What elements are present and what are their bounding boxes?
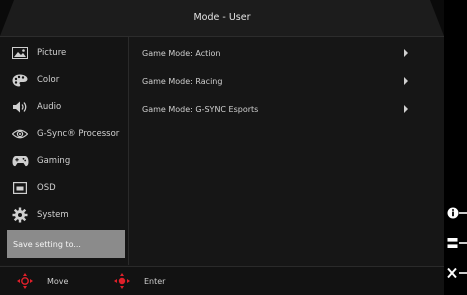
sidebar-item-label: Color (37, 75, 60, 85)
gamepad-icon (11, 153, 29, 169)
footer-enter-label: Enter (144, 276, 166, 286)
footer-hint-bar: Move Enter (0, 266, 444, 295)
close-icon (447, 267, 467, 279)
content-pane: Game Mode: Action Game Mode: Racing Game… (130, 37, 444, 265)
sidebar-item-label: Audio (37, 102, 62, 112)
chevron-right-icon (404, 49, 408, 57)
menu-item-label: Game Mode: Action (142, 48, 221, 58)
menu-item-label: Game Mode: Racing (142, 76, 223, 86)
footer-enter-hint: Enter (114, 267, 165, 295)
info-button[interactable] (447, 206, 467, 220)
menu-item-label: Game Mode: G-SYNC Esports (142, 104, 259, 114)
title-bar: Mode - User (0, 0, 444, 37)
info-icon (447, 207, 467, 219)
sidebar-item-label: OSD (37, 183, 56, 193)
sidebar-item-color[interactable]: Color (0, 67, 128, 93)
sidebar-item-picture[interactable]: Picture (0, 40, 128, 66)
picture-icon (11, 45, 29, 61)
color-palette-icon (11, 72, 29, 88)
chevron-right-icon (404, 77, 408, 85)
close-button[interactable] (447, 266, 467, 280)
menu-icon (447, 238, 467, 248)
osd-window-icon (11, 180, 29, 196)
gsync-eye-icon (11, 126, 29, 142)
menu-item-game-mode-racing[interactable]: Game Mode: Racing (142, 73, 408, 89)
sidebar-item-label: Picture (37, 48, 67, 58)
sidebar-item-label: System (37, 210, 69, 220)
gear-icon (11, 207, 29, 223)
sidebar-item-gsync-processor[interactable]: G-Sync® Processor (0, 121, 128, 147)
menu-item-game-mode-gsync-esports[interactable]: Game Mode: G-SYNC Esports (142, 101, 408, 117)
sidebar-item-label: G-Sync® Processor (37, 129, 120, 139)
sidebar-item-audio[interactable]: Audio (0, 94, 128, 120)
sidebar-item-label: Gaming (37, 156, 71, 166)
sidebar-item-osd[interactable]: OSD (0, 175, 128, 201)
speaker-icon (11, 99, 29, 115)
sidebar-item-system[interactable]: System (0, 202, 128, 228)
osd-panel: Mode - User Picture Color Audio G-Sync® … (0, 0, 444, 295)
dpad-enter-icon (114, 273, 130, 289)
page-title: Mode - User (193, 12, 251, 23)
chevron-right-icon (404, 105, 408, 113)
sidebar-item-save-setting[interactable]: Save setting to... (7, 230, 125, 258)
sidebar-item-label: Save setting to... (13, 239, 81, 249)
dpad-move-icon (17, 273, 33, 289)
menu-button[interactable] (447, 236, 467, 250)
sidebar: Picture Color Audio G-Sync® Processor Ga… (0, 37, 129, 265)
footer-move-hint: Move (17, 267, 68, 295)
sidebar-item-gaming[interactable]: Gaming (0, 148, 128, 174)
menu-item-game-mode-action[interactable]: Game Mode: Action (142, 45, 408, 61)
footer-move-label: Move (47, 276, 69, 286)
